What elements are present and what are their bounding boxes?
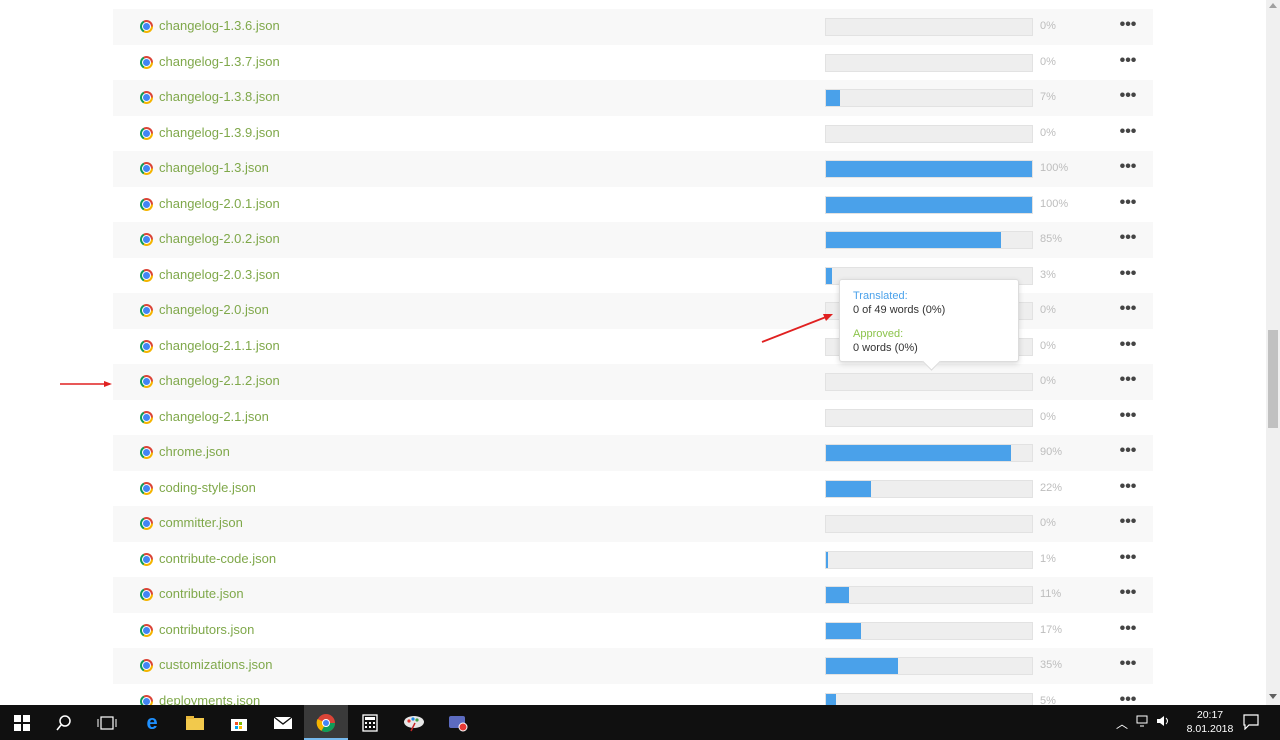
file-explorer-icon[interactable] [173,705,217,740]
volume-icon[interactable] [1156,715,1170,730]
calculator-icon[interactable] [348,705,392,740]
screen-recorder-icon[interactable] [436,705,480,740]
annotation-overlay [60,314,833,387]
network-icon[interactable] [1136,715,1150,730]
search-icon[interactable] [42,705,86,740]
tray-clock[interactable]: 20:17 8.01.2018 [1180,708,1240,736]
task-view-icon[interactable] [85,705,129,740]
annotation-arrow-tooltip [761,314,833,343]
store-icon[interactable] [217,705,261,740]
scroll-up-arrow-icon[interactable] [1269,3,1277,8]
tray-date: 8.01.2018 [1186,723,1234,735]
mail-icon[interactable] [261,705,305,740]
paint-icon[interactable] [392,705,436,740]
chrome-icon[interactable] [304,705,348,740]
scroll-down-arrow-icon[interactable] [1269,694,1277,699]
windows-taskbar: e ︿ 20:17 8.01.2018 [0,705,1280,740]
action-center-icon[interactable] [1243,714,1259,733]
vertical-scrollbar[interactable] [1266,0,1280,705]
edge-icon[interactable]: e [130,705,174,740]
tray-time: 20:17 [1196,709,1224,721]
scroll-thumb[interactable] [1268,330,1278,428]
tray-chevron-up-icon[interactable]: ︿ [1116,715,1128,732]
browser-viewport: changelog-1.3.6.json 0% ••• changelog-1.3.7… [0,0,1266,705]
windows-start-icon[interactable] [0,705,44,740]
annotation-arrow-left [60,381,112,387]
